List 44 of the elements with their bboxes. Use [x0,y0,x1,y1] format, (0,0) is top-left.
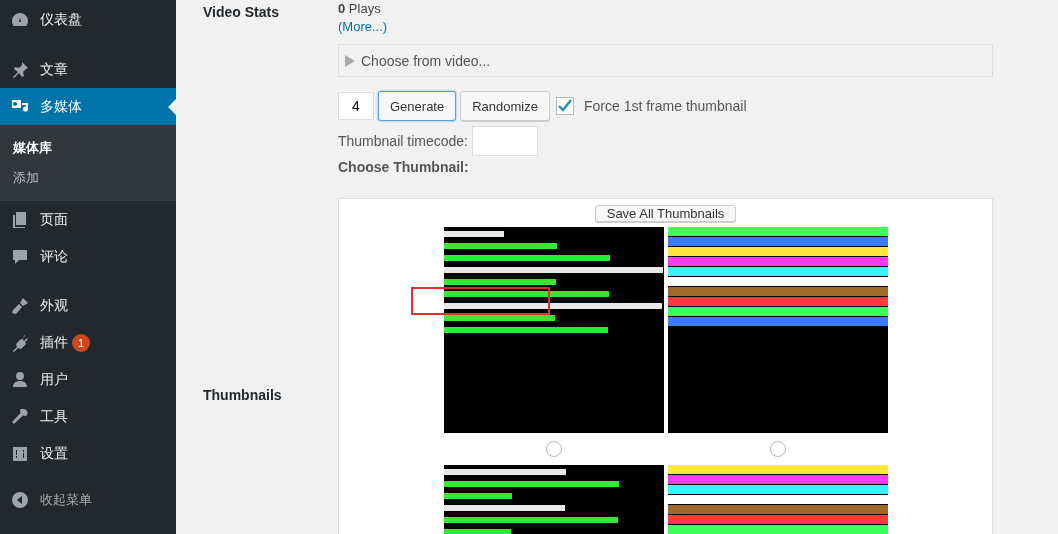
menu-label: 仪表盘 [40,10,82,29]
menu-item[interactable]: 外观 [0,287,176,324]
menu-item[interactable]: 页面 [0,201,176,238]
menu-label: 多媒体 [40,97,82,116]
video-stats-label: Video Stats [203,3,280,22]
thumbnails-label: Thumbnails [203,386,283,405]
more-link[interactable]: (More...) [338,18,388,36]
collapse-menu-button[interactable]: 收起菜单 [0,481,176,518]
count-field[interactable]: 4 [338,92,374,120]
submenu-item[interactable]: 媒体库 [0,133,176,163]
menu-item[interactable]: 设置 [0,435,176,472]
menu-label: 评论 [40,247,68,266]
radio-button[interactable] [769,441,786,457]
menu-item[interactable]: 用户 [0,361,176,398]
checkbox[interactable] [555,97,574,115]
menu-item[interactable]: 仪表盘 [0,1,176,38]
menu-item[interactable]: 插件 1 [0,324,176,361]
update-count-badge: 1 [72,333,90,352]
menu-label: 文章 [40,60,68,79]
save-all-thumbnails-button[interactable]: Save All Thumbnails [594,205,737,222]
action-button[interactable]: Randomize [460,91,550,121]
menu-label: 设置 [40,444,68,463]
menu-item[interactable]: 工具 [0,398,176,435]
brush-icon [10,295,30,316]
menu-label: 页面 [40,210,68,229]
person-icon [10,369,30,390]
menu-item[interactable]: 多媒体 [0,88,176,125]
expand-triangle-icon [345,54,355,67]
choose-thumbnail-label: Choose Thumbnail: [338,159,470,175]
menu-label: 工具 [40,407,68,426]
menu-label: 外观 [40,296,68,315]
radio-button[interactable] [545,441,562,457]
timecode-label: Thumbnail timecode: [338,133,468,149]
timecode-field[interactable] [471,126,538,156]
menu-item[interactable]: 文章 [0,51,176,88]
menu-item[interactable]: 评论 [0,238,176,275]
plays-count: 0 Plays [338,0,382,18]
wrench-icon [10,406,30,427]
choose-from-video-toggle[interactable]: Choose from video... [338,44,993,77]
checkbox-label: Force 1st frame thumbnail [583,98,747,114]
menu-label: 用户 [40,370,68,389]
menu-label: 插件 [40,333,68,352]
action-button[interactable]: Generate [378,91,457,121]
submenu-item[interactable]: 添加 [0,163,176,193]
